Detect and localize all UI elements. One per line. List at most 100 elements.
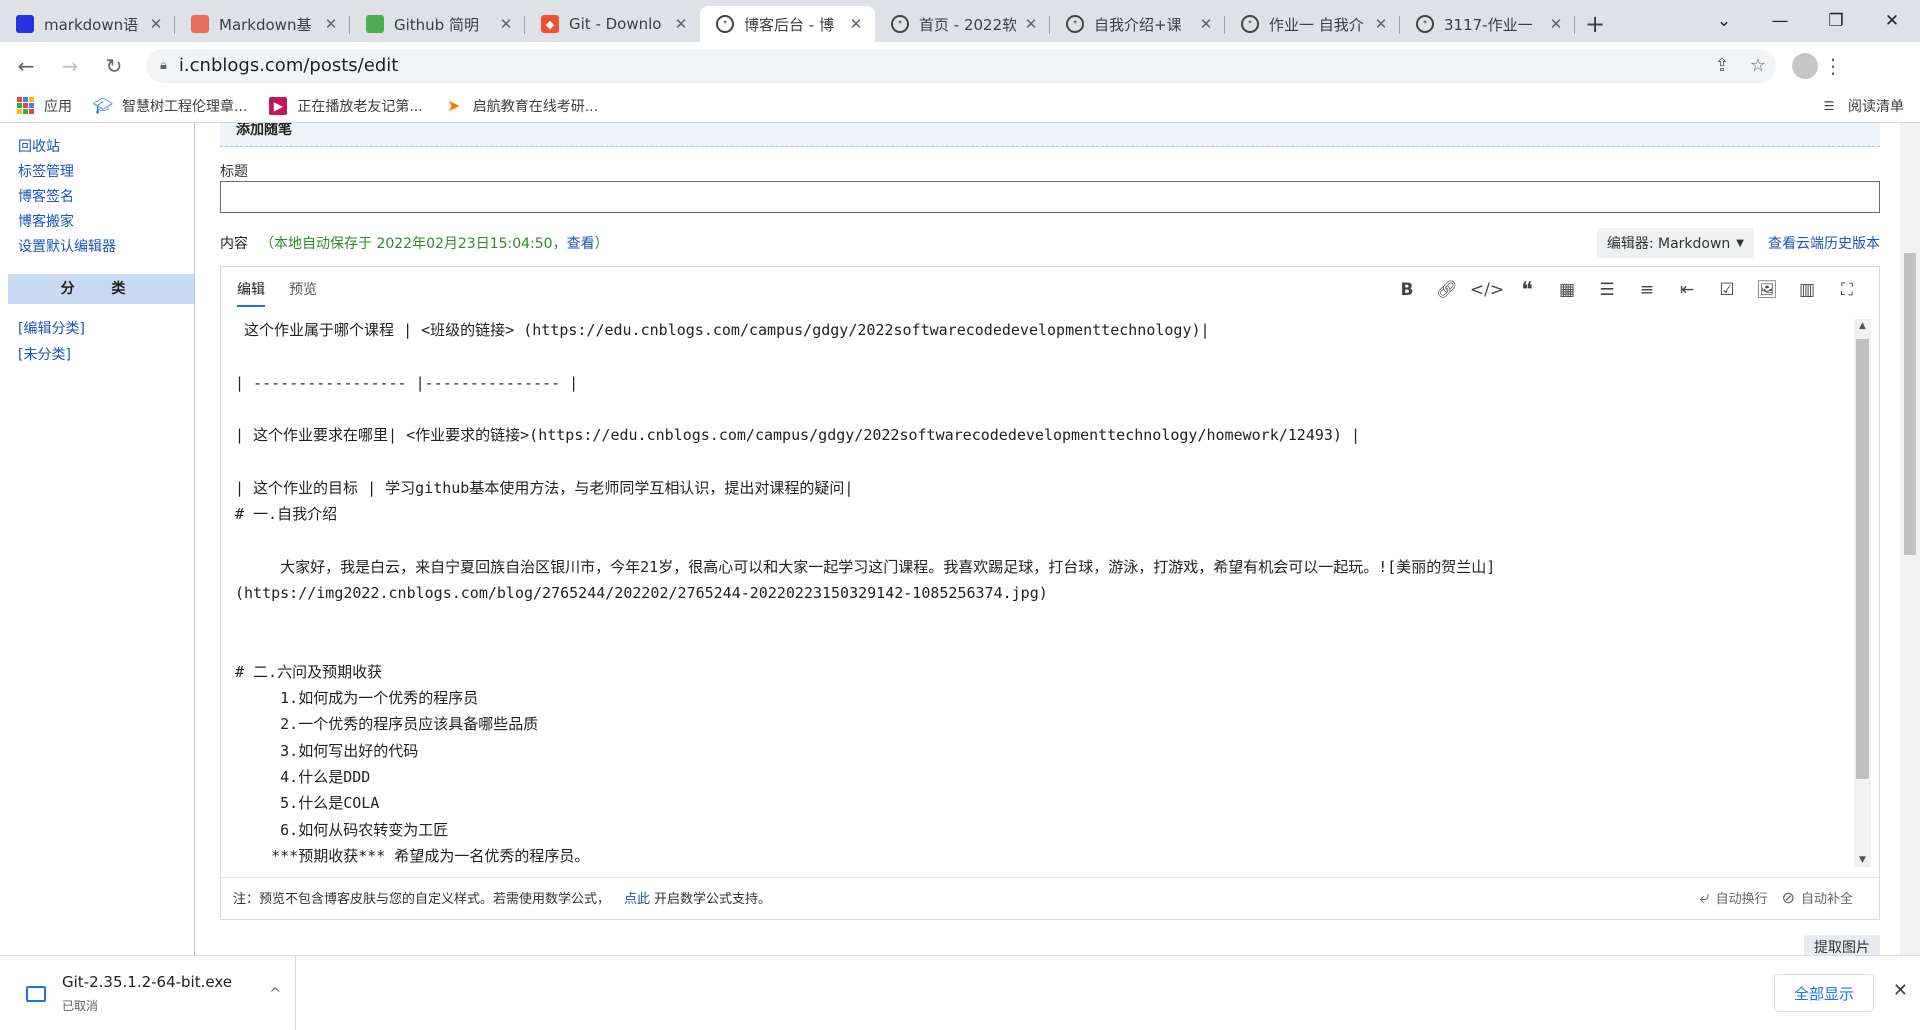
browser-tab[interactable]: ᐩ 首页 - 2022软 ✕ [875,6,1050,42]
cnblogs-icon: ᐩ [1241,15,1259,33]
browser-tab[interactable]: ᐩ 3117-作业一 ✕ [1400,6,1575,42]
tab-close-icon[interactable]: ✕ [1372,15,1390,33]
editor-line: 1.如何成为一个优秀的程序员 [235,689,479,708]
editor-toolbar: B 🔗︎ </> ❝ ▦ ☰ ≡ ⇤ ☑ 🖼︎ ▥ ⛶ [1387,278,1879,303]
browser-tab[interactable]: ᐩ 作业一 自我介 ✕ [1225,6,1400,42]
tab-close-icon[interactable]: ✕ [1547,15,1565,33]
download-shelf: Git-2.35.1.2-64-bit.exe 已取消 ^ 全部显示 ✕ [0,955,1920,1030]
reading-list-button[interactable]: ☰ 阅读清单 [1820,96,1904,116]
code-icon[interactable]: </> [1467,280,1507,300]
download-filename: Git-2.35.1.2-64-bit.exe [62,973,232,991]
tab-close-icon[interactable]: ✕ [847,15,865,33]
share-icon[interactable]: ⇪ [1704,55,1740,76]
category-link[interactable]: [未分类] [8,342,194,368]
reload-button[interactable]: ↻ [96,48,132,84]
split-view-icon[interactable]: ▥ [1787,280,1827,300]
close-icon[interactable]: ✕ [1893,980,1908,1001]
new-tab-button[interactable]: + [1575,6,1615,42]
close-window-button[interactable]: ✕ [1864,0,1920,42]
editor-line: | ----------------- |--------------- | [235,373,579,392]
numbered-list-icon[interactable]: ≡ [1627,280,1667,300]
browser-tab[interactable]: ᐩ 自我介绍+课 ✕ [1050,6,1225,42]
content-header-row: 内容 （本地自动保存于 2022年02月23日15:04:50，查看） 编辑器:… [220,228,1880,258]
tab-title: markdown语 [44,15,139,34]
tab-close-icon[interactable]: ✕ [497,15,515,33]
sidebar-link[interactable]: 回收站 [8,135,194,160]
show-all-downloads-button[interactable]: 全部显示 [1774,974,1874,1012]
browser-tab[interactable]: ◆ Git - Downlo ✕ [525,6,700,42]
clipped-sidebar-item [8,123,194,135]
sidebar-link[interactable]: 博客搬家 [8,210,194,235]
auto-complete-toggle[interactable]: 自动补全 [1801,888,1853,907]
table-icon[interactable]: ▦ [1547,280,1587,300]
tab-close-icon[interactable]: ✕ [147,15,165,33]
autosave-close: ） [594,236,609,252]
profile-avatar[interactable] [1792,52,1818,79]
tab-edit[interactable]: 编辑 [237,267,265,313]
sidebar-link[interactable]: 设置默认编辑器 [8,235,194,260]
editor-type-label: 编辑器: Markdown [1606,236,1731,252]
browser-tab[interactable]: Markdown基 ✕ [175,6,350,42]
math-support-link[interactable]: 点此 [624,888,650,907]
autosave-view-link[interactable]: 查看 [567,236,595,252]
download-item[interactable]: Git-2.35.1.2-64-bit.exe 已取消 ^ [16,956,296,1030]
page-scroll-thumb[interactable] [1904,253,1916,555]
image-icon[interactable]: 🖼︎ [1747,280,1787,300]
footnote-prefix: 注：预览不包含博客皮肤与您的自定义样式。若需使用数学公式， [233,892,611,907]
tab-search-icon[interactable]: ⌄ [1696,0,1752,42]
autosave-notice: （本地自动保存于 2022年02月23日15:04:50，查看） [260,233,609,253]
bookmark-label: 启航教育在线考研... [472,98,599,115]
blog-admin-sidebar: 回收站 标签管理 博客签名 博客搬家 设置默认编辑器 分 类 [编辑分类] [未分类] [8,123,195,955]
page-scrollbar[interactable] [1900,123,1920,955]
bookmark-star-icon[interactable]: ☆ [1740,55,1776,76]
autocomplete-off-icon[interactable]: ⊘ [1782,888,1795,907]
post-title-input[interactable] [220,181,1880,213]
sidebar-link[interactable]: 博客签名 [8,185,194,210]
wrap-icon[interactable]: ⤶ [1699,887,1709,908]
cloud-history-link[interactable]: 查看云端历史版本 [1768,233,1880,253]
tab-close-icon[interactable]: ✕ [1022,15,1040,33]
scroll-up-icon[interactable]: ▲ [1854,321,1871,331]
link-icon[interactable]: 🔗︎ [1427,280,1467,300]
bullet-list-icon[interactable]: ☰ [1587,280,1627,300]
sidebar-link[interactable]: 标签管理 [8,160,194,185]
scroll-down-icon[interactable]: ▼ [1854,855,1871,865]
lock-icon[interactable]: 🔒︎ [160,58,167,73]
forward-button[interactable]: → [52,48,88,84]
quote-icon[interactable]: ❝ [1507,278,1547,303]
indent-icon[interactable]: ⇤ [1667,280,1707,300]
tab-close-icon[interactable]: ✕ [322,15,340,33]
tab-close-icon[interactable]: ✕ [672,15,690,33]
fullscreen-icon[interactable]: ⛶ [1827,280,1867,300]
back-button[interactable]: ← [8,48,44,84]
bookmark-apps[interactable]: 应用 [16,96,72,116]
browser-tab[interactable]: ᐩ 博客后台 - 博 ✕ [700,6,875,42]
task-list-icon[interactable]: ☑ [1707,280,1747,300]
editor-scroll-thumb[interactable] [1856,339,1869,779]
category-link[interactable]: [编辑分类] [8,316,194,342]
browser-tab[interactable]: Github 简明 ✕ [350,6,525,42]
minimize-button[interactable]: — [1752,0,1808,42]
editor-line: | 这个作业要求在哪里| <作业要求的链接>(https://edu.cnblo… [235,426,1361,445]
restore-button[interactable]: ❐ [1808,0,1864,42]
reading-list-icon: ☰ [1823,98,1835,113]
bookmark-friends[interactable]: ▶ 正在播放老友记第... [269,96,423,116]
address-bar[interactable]: 🔒︎ i.cnblogs.com/posts/edit ⇪ ☆ [146,48,1776,83]
markdown-text-area[interactable]: 这个作业属于哪个课程 | <班级的链接> (https://edu.cnblog… [235,317,1850,867]
tab-preview[interactable]: 预览 [289,267,317,313]
tab-title: Markdown基 [219,15,312,34]
browser-tab[interactable]: markdown语 ✕ [0,6,175,42]
auto-wrap-toggle[interactable]: 自动换行 [1716,888,1768,907]
chevron-up-icon[interactable]: ^ [269,986,281,1002]
bookmark-zhihuishu[interactable]: 🎓︎ 智慧树工程伦理章... [93,96,248,116]
browser-menu-icon[interactable]: ⋮ [1818,54,1848,78]
bookmark-qihang[interactable]: ➤ 启航教育在线考研... [445,96,598,116]
bold-icon[interactable]: B [1387,280,1427,300]
editor-type-dropdown[interactable]: 编辑器: Markdown ▼ [1596,228,1754,258]
tab-close-icon[interactable]: ✕ [1197,15,1215,33]
editor-line: 5.什么是COLA [235,794,380,813]
extract-images-button[interactable]: 提取图片 [1804,935,1880,955]
editor-scrollbar[interactable]: ▲ ▼ [1854,319,1871,867]
